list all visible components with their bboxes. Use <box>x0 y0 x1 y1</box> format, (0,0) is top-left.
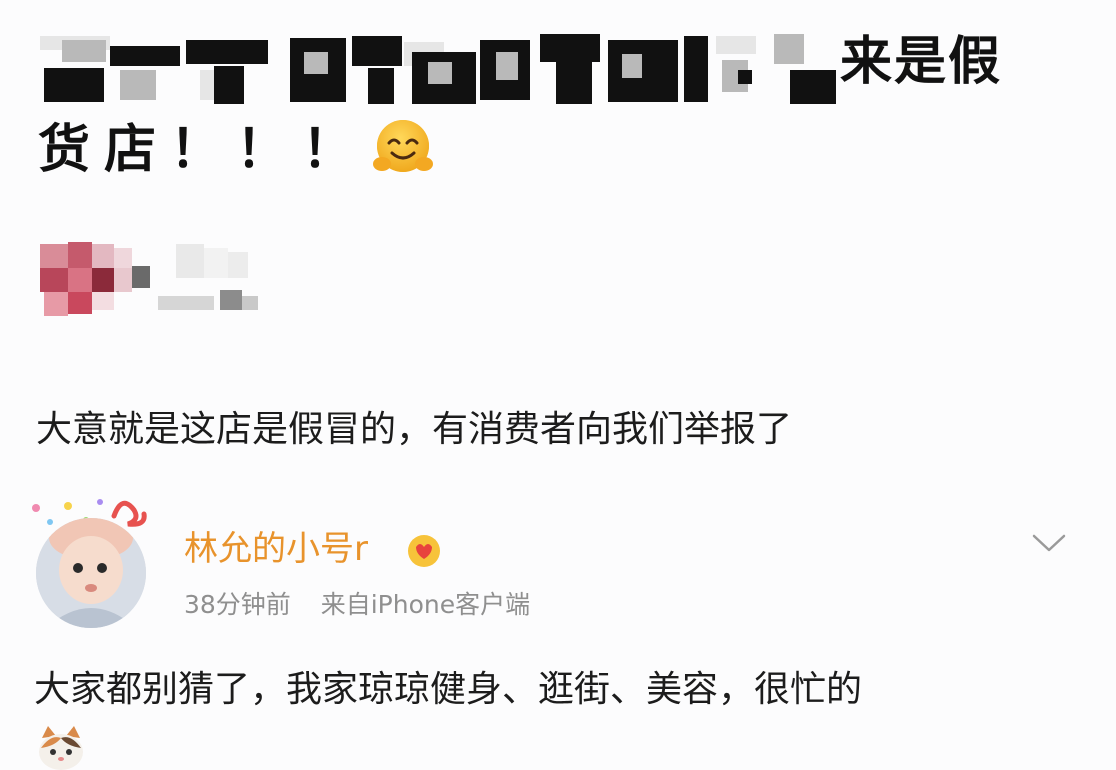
avatar <box>36 518 146 628</box>
post-title-line2: 货店！！！ <box>38 120 369 180</box>
commenter-username[interactable]: 林允的小号r <box>184 532 368 566</box>
commenter-avatar-frame[interactable] <box>28 496 158 636</box>
baby-face-icon <box>36 518 146 628</box>
cat-emoji-icon <box>39 726 83 770</box>
comment-time: 38分钟前 <box>184 590 291 619</box>
hugging-face-icon <box>373 120 433 172</box>
comment-source: 来自iPhone客户端 <box>320 590 531 619</box>
reply-text: 大意就是这店是假冒的，有消费者向我们举报了 <box>36 409 793 450</box>
chevron-down-icon[interactable] <box>1030 530 1068 556</box>
vip-heart-badge-icon <box>408 535 440 567</box>
post-title-visible-part: 来是假 <box>840 32 1003 92</box>
comment-text: 大家都别猜了，我家琼琼健身、逛街、美容，很忙的 <box>34 669 863 710</box>
comment-meta: 38分钟前 来自iPhone客户端 <box>184 592 530 617</box>
